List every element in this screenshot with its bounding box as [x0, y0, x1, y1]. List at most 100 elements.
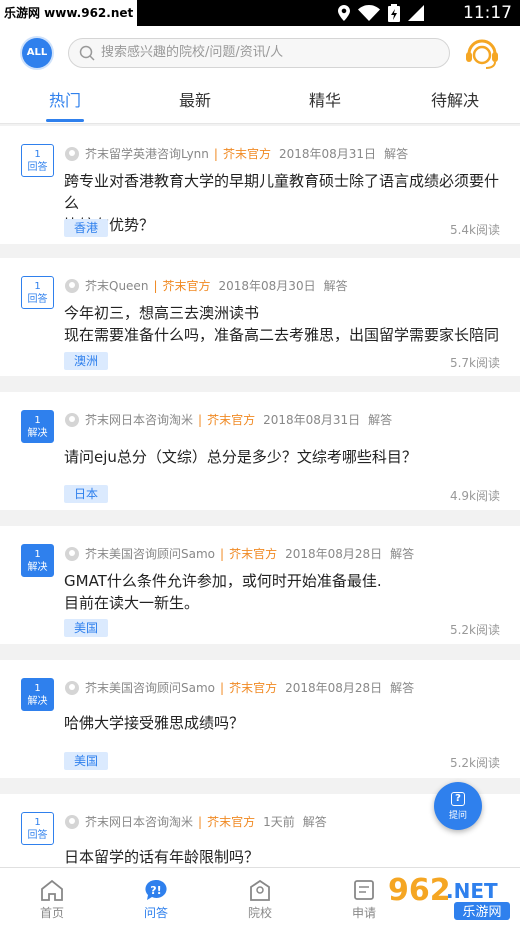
answer-count-badge: 1 回答 [21, 276, 54, 309]
solved-badge: 1 解决 [21, 544, 54, 577]
post-date: 2018年08月31日 [278, 147, 377, 161]
qa-icon: ?! [145, 879, 167, 900]
action-label: 解答 [368, 413, 393, 427]
signal-icon [408, 5, 424, 21]
avatar [65, 278, 79, 293]
official-label: 芥末官方 [207, 413, 256, 427]
official-label: 芥末官方 [229, 547, 278, 561]
list-item[interactable]: 1 解决 芥末网日本咨询淘米 | 芥末官方 2018年08月31日 解答 请问eju总分（… [0, 392, 520, 510]
avatar [65, 546, 79, 561]
search-icon [79, 45, 95, 61]
all-button[interactable]: ALL [22, 38, 52, 68]
avatar [65, 146, 79, 161]
question-text[interactable]: 今年初三，想高三去澳洲读书 现在需要准备什么吗，准备高二去考雅思，出国留学需要家长… [64, 302, 504, 346]
nav-apply-label: 申请 [351, 906, 376, 920]
read-count: 4.9k阅读 [449, 489, 500, 503]
question-meta: 芥末Queen | 芥末官方 2018年08月30日 解答 [65, 277, 348, 294]
school-icon [250, 879, 270, 901]
region-tag[interactable]: 澳洲 [64, 352, 109, 370]
avatar [65, 814, 79, 829]
ask-label: 提问 [448, 811, 467, 821]
clock: 11:17 [463, 3, 512, 23]
question-meta: 芥末美国咨询顾问Samo | 芥末官方 2018年08月28日 解答 [65, 679, 414, 696]
question-meta: 芥末美国咨询顾问Samo | 芥末官方 2018年08月28日 解答 [65, 545, 414, 562]
top-header: ALL 搜索感兴趣的院校/问题/资讯/人 [0, 26, 520, 78]
tab-bar: 热门 最新 精华 待解决 [0, 78, 520, 124]
list-item[interactable]: 1 回答 芥末留学英港咨询Lynn | 芥末官方 2018年08月31日 解答 跨专业对香… [0, 126, 520, 244]
apply-icon [354, 880, 374, 900]
read-count: 5.4k阅读 [449, 223, 500, 237]
avatar [65, 412, 79, 427]
svg-text:?!: ?! [150, 884, 161, 897]
question-meta: 芥末网日本咨询淘米 | 芥末官方 2018年08月31日 解答 [65, 411, 392, 428]
tab-unsolved[interactable]: 待解决 [390, 78, 520, 124]
status-icons [338, 4, 424, 22]
action-label: 解答 [323, 279, 348, 293]
status-bar: 乐游网 www.962.net 11:17 [0, 0, 520, 26]
region-tag[interactable]: 日本 [64, 485, 109, 503]
question-text[interactable]: 跨专业对香港教育大学的早期儿童教育硕士除了语言成绩必须要什么 比较有优势？ [64, 170, 504, 236]
tab-latest[interactable]: 最新 [130, 78, 260, 124]
official-label: 芥末官方 [162, 279, 211, 293]
avatar [65, 680, 79, 695]
answer-count-badge: 1 回答 [21, 144, 54, 177]
question-text[interactable]: GMAT什么条件允许参加，或何时开始准备最佳. 目前在读大一新生。 [64, 570, 504, 614]
nav-home-label: 首页 [39, 906, 64, 920]
read-count: 5.2k阅读 [449, 623, 500, 637]
read-count: 5.2k阅读 [449, 756, 500, 770]
region-tag[interactable]: 香港 [64, 219, 109, 237]
post-date: 1天前 [263, 815, 295, 829]
question-meta: 芥末留学英港咨询Lynn | 芥末官方 2018年08月31日 解答 [65, 145, 408, 162]
read-count: 5.7k阅读 [449, 356, 500, 370]
action-label: 解答 [390, 547, 415, 561]
list-item[interactable]: 1 解决 芥末美国咨询顾问Samo | 芥末官方 2018年08月28日 解答 哈佛大学接… [0, 660, 520, 778]
author-name[interactable]: 芥末网日本咨询淘米 [85, 813, 193, 830]
official-label: 芥末官方 [229, 681, 278, 695]
author-name[interactable]: 芥末美国咨询顾问Samo [85, 545, 215, 562]
solved-badge: 1 解决 [21, 678, 54, 711]
list-item[interactable]: 1 回答 芥末Queen | 芥末官方 2018年08月30日 解答 今年初三，想高三去澳… [0, 258, 520, 376]
wifi-icon [358, 5, 380, 21]
action-label: 解答 [384, 147, 409, 161]
question-text[interactable]: 日本留学的话有年龄限制吗？ [64, 846, 504, 868]
solved-badge: 1 解决 [21, 410, 54, 443]
ask-question-button[interactable]: ? 提问 [434, 782, 482, 830]
question-text[interactable]: 哈佛大学接受雅思成绩吗？ [64, 712, 504, 734]
nav-qa-label: 问答 [143, 906, 168, 920]
search-placeholder: 搜索感兴趣的院校/问题/资讯/人 [101, 45, 284, 60]
list-item[interactable]: 1 解决 芥末美国咨询顾问Samo | 芥末官方 2018年08月28日 解答 GMAT什… [0, 526, 520, 644]
author-name[interactable]: 芥末Queen [85, 277, 148, 294]
nav-home[interactable]: 首页 [0, 868, 104, 925]
region-tag[interactable]: 美国 [64, 619, 109, 637]
site-logo-watermark: 962 .NET 乐游网 [388, 873, 510, 920]
post-date: 2018年08月28日 [285, 547, 383, 561]
nav-school[interactable]: 院校 [208, 868, 312, 925]
location-icon [338, 5, 350, 21]
tab-featured[interactable]: 精华 [260, 78, 390, 124]
nav-school-label: 院校 [247, 906, 272, 920]
author-name[interactable]: 芥末美国咨询顾问Samo [85, 679, 215, 696]
author-name[interactable]: 芥末网日本咨询淘米 [85, 411, 193, 428]
question-text[interactable]: 请问eju总分（文综）总分是多少？文综考哪些科目？ [64, 446, 504, 468]
svg-text:962: 962 [388, 873, 451, 908]
tab-hot[interactable]: 热门 [0, 78, 130, 124]
answer-count-badge: 1 回答 [21, 812, 54, 845]
author-name[interactable]: 芥末留学英港咨询Lynn [85, 145, 209, 162]
tab-active-indicator [46, 119, 84, 122]
battery-icon [388, 4, 400, 22]
svg-text:.NET: .NET [446, 879, 498, 903]
nav-qa[interactable]: ?! 问答 [104, 868, 208, 925]
headset-icon[interactable] [464, 36, 500, 70]
post-date: 2018年08月31日 [263, 413, 361, 427]
question-meta: 芥末网日本咨询淘米 | 芥末官方 1天前 解答 [65, 813, 327, 830]
home-icon [41, 879, 63, 901]
action-label: 解答 [390, 681, 415, 695]
svg-text:乐游网: 乐游网 [462, 905, 501, 920]
post-date: 2018年08月30日 [218, 279, 316, 293]
official-label: 芥末官方 [207, 815, 256, 829]
action-label: 解答 [302, 815, 327, 829]
official-label: 芥末官方 [222, 147, 271, 161]
region-tag[interactable]: 美国 [64, 752, 109, 770]
question-icon: ? [451, 792, 465, 806]
search-input[interactable]: 搜索感兴趣的院校/问题/资讯/人 [68, 38, 450, 68]
